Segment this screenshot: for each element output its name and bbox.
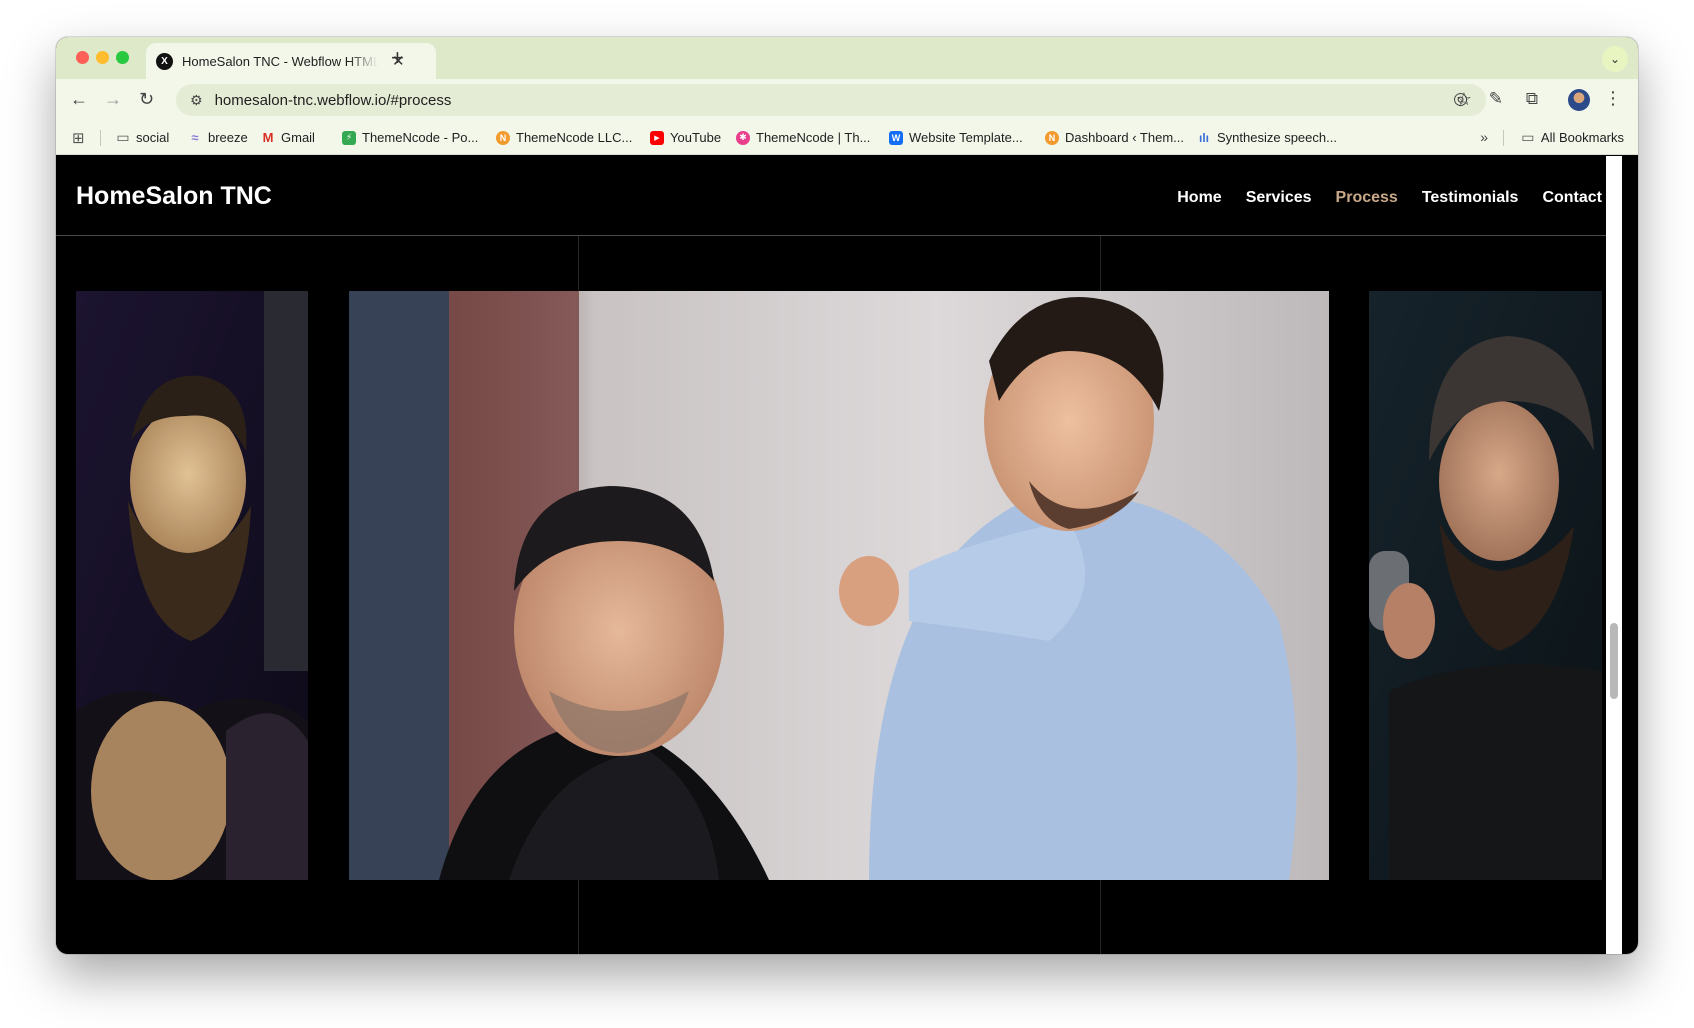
nav-contact[interactable]: Contact xyxy=(1542,189,1602,207)
minimize-window-button[interactable] xyxy=(96,51,109,64)
bearded-man-portrait-right xyxy=(1369,291,1602,880)
page-scrollbar[interactable] xyxy=(1606,156,1622,954)
speech-icon: ılı xyxy=(1198,130,1209,145)
nav-services[interactable]: Services xyxy=(1246,189,1312,207)
bookmarks-bar: ⊞ ▭ social ≈ breeze M Gmail ⚡ ThemeNcode… xyxy=(56,121,1638,155)
bookmark-social[interactable]: ▭ social xyxy=(116,129,169,145)
browser-menu-icon[interactable]: ⋮ xyxy=(1604,88,1622,109)
bookmark-gmail[interactable]: M Gmail xyxy=(261,130,315,145)
extensions-puzzle-icon[interactable]: ⧉ xyxy=(1526,89,1538,109)
site-logo[interactable]: HomeSalon TNC xyxy=(76,182,272,211)
address-bar[interactable]: ⚙ homesalon-tnc.webflow.io/#process ☆ xyxy=(176,84,1486,116)
forward-button[interactable]: → xyxy=(104,89,122,110)
bookmark-dashboard[interactable]: N Dashboard ‹ Them... xyxy=(1045,130,1184,145)
bookmark-themencode-th[interactable]: ✱ ThemeNcode | Th... xyxy=(736,130,870,145)
barber-cutting-hair-photo xyxy=(349,291,1329,880)
bookmarks-divider xyxy=(100,130,101,146)
new-tab-button[interactable]: + xyxy=(391,45,404,71)
site-info-icon[interactable]: ⚙ xyxy=(190,92,203,109)
eyedropper-icon[interactable]: ✎ xyxy=(1489,89,1503,109)
profile-avatar[interactable] xyxy=(1568,89,1590,111)
breeze-icon: ≈ xyxy=(191,130,199,145)
nav-process[interactable]: Process xyxy=(1336,189,1398,207)
tab-strip: X HomeSalon TNC - Webflow HTML website t… xyxy=(56,37,1638,79)
bookmark-themencode-po[interactable]: ⚡ ThemeNcode - Po... xyxy=(342,130,478,145)
webflow-favicon-icon: X xyxy=(156,52,173,70)
back-button[interactable]: ← xyxy=(70,89,88,110)
url-text[interactable]: homesalon-tnc.webflow.io/#process xyxy=(215,92,452,109)
tab-title: HomeSalon TNC - Webflow HTML website tem… xyxy=(182,53,378,69)
reload-button[interactable]: ↻ xyxy=(139,89,154,110)
gmail-icon: M xyxy=(262,130,274,145)
themencode-llc-icon: N xyxy=(496,130,510,145)
bookmark-breeze[interactable]: ≈ breeze xyxy=(188,130,247,145)
folder-icon: ▭ xyxy=(116,129,130,145)
extension-g-icon[interactable]: ◎ xyxy=(1453,89,1468,109)
bookmarks-divider-right xyxy=(1503,130,1504,146)
all-bookmarks-folder[interactable]: ▭ All Bookmarks xyxy=(1521,129,1624,145)
bookmark-themencode-llc[interactable]: N ThemeNcode LLC... xyxy=(496,130,632,145)
bookmark-synthesize-speech[interactable]: ılı Synthesize speech... xyxy=(1197,130,1337,145)
close-window-button[interactable] xyxy=(76,51,89,64)
browser-toolbar: ← → ↻ ⚙ homesalon-tnc.webflow.io/#proces… xyxy=(56,79,1638,121)
more-bookmarks-chevron-icon[interactable]: » xyxy=(1480,129,1488,145)
nav-home[interactable]: Home xyxy=(1177,189,1221,207)
tab-search-button[interactable]: ⌄ xyxy=(1602,46,1628,72)
bookmark-youtube[interactable]: ▶ YouTube xyxy=(650,130,721,145)
site-header: HomeSalon TNC Home Services Process Test… xyxy=(56,156,1622,236)
bookmark-website-template[interactable]: W Website Template... xyxy=(889,130,1023,145)
page-viewport: HomeSalon TNC Home Services Process Test… xyxy=(56,156,1622,954)
page-scrollbar-thumb[interactable] xyxy=(1610,623,1618,699)
nav-testimonials[interactable]: Testimonials xyxy=(1422,189,1519,207)
maximize-window-button[interactable] xyxy=(116,51,129,64)
themencode-icon: ⚡ xyxy=(342,130,356,145)
dashboard-icon: N xyxy=(1045,130,1059,145)
youtube-icon: ▶ xyxy=(650,130,664,145)
browser-window: X HomeSalon TNC - Webflow HTML website t… xyxy=(56,37,1638,954)
themencode-pink-icon: ✱ xyxy=(736,130,750,145)
bearded-man-portrait-left xyxy=(76,291,308,880)
main-nav: Home Services Process Testimonials Conta… xyxy=(1177,189,1602,207)
webflow-icon: W xyxy=(889,130,903,145)
folder-icon: ▭ xyxy=(1521,129,1535,145)
apps-grid-icon[interactable]: ⊞ xyxy=(72,129,85,147)
